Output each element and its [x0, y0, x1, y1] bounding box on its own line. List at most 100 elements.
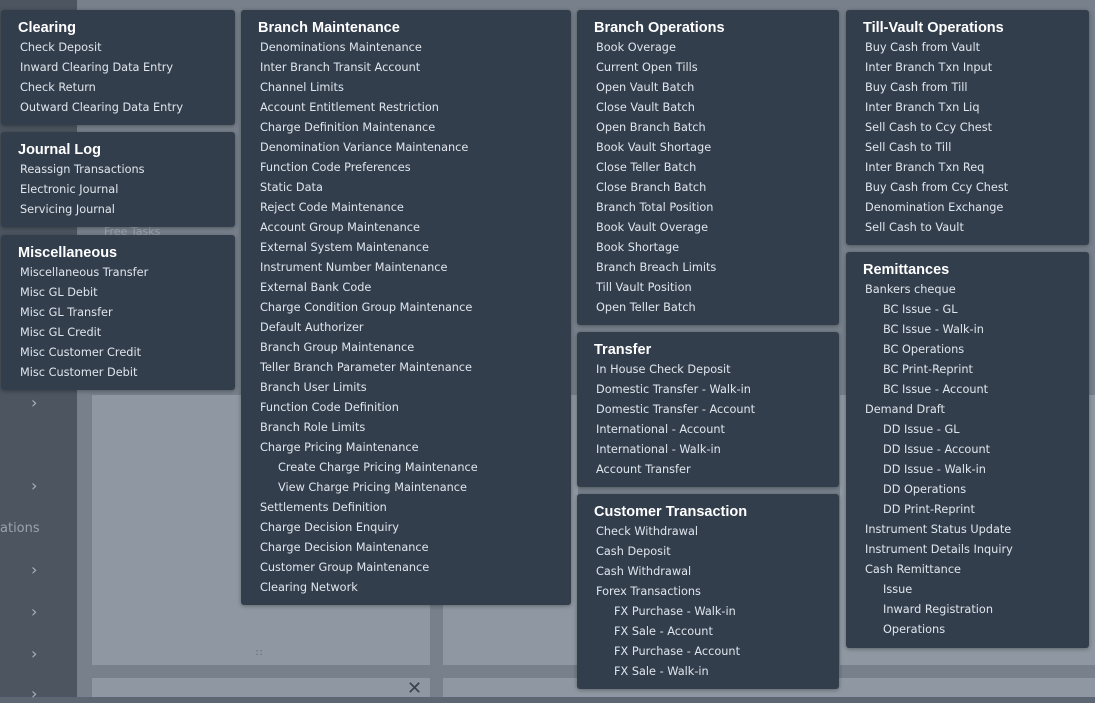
- submenu-item[interactable]: Create Charge Pricing Maintenance: [241, 458, 571, 478]
- menu-item[interactable]: Buy Cash from Till: [846, 78, 1089, 98]
- menu-item[interactable]: Channel Limits: [241, 78, 571, 98]
- chevron-right-icon[interactable]: ›: [31, 646, 37, 662]
- menu-item[interactable]: Branch Group Maintenance: [241, 338, 571, 358]
- menu-item-reassign-transactions[interactable]: Reassign Transactions: [1, 160, 235, 180]
- submenu-item[interactable]: BC Issue - Walk-in: [846, 320, 1089, 340]
- menu-item[interactable]: Inter Branch Txn Liq: [846, 98, 1089, 118]
- menu-item[interactable]: Book Vault Shortage: [577, 138, 839, 158]
- menu-item-inward-clearing[interactable]: Inward Clearing Data Entry: [1, 58, 235, 78]
- chevron-right-icon[interactable]: ›: [31, 562, 37, 578]
- menu-item[interactable]: Denominations Maintenance: [241, 38, 571, 58]
- menu-item[interactable]: Branch Role Limits: [241, 418, 571, 438]
- menu-item[interactable]: Function Code Preferences: [241, 158, 571, 178]
- menu-item-check-return[interactable]: Check Return: [1, 78, 235, 98]
- menu-item[interactable]: Forex Transactions: [577, 582, 839, 602]
- menu-item[interactable]: Open Branch Batch: [577, 118, 839, 138]
- submenu-item[interactable]: DD Issue - Account: [846, 440, 1089, 460]
- menu-item-instrument-details-inquiry[interactable]: Instrument Details Inquiry: [846, 540, 1089, 560]
- menu-item[interactable]: Charge Decision Enquiry: [241, 518, 571, 538]
- chevron-right-icon[interactable]: ›: [31, 395, 37, 411]
- submenu-item[interactable]: Operations: [846, 620, 1089, 640]
- submenu-item[interactable]: FX Purchase - Account: [577, 642, 839, 662]
- menu-item-misc-gl-debit[interactable]: Misc GL Debit: [1, 283, 235, 303]
- menu-item[interactable]: Sell Cash to Ccy Chest: [846, 118, 1089, 138]
- menu-item[interactable]: Inter Branch Txn Input: [846, 58, 1089, 78]
- menu-item[interactable]: Settlements Definition: [241, 498, 571, 518]
- menu-item[interactable]: Customer Group Maintenance: [241, 558, 571, 578]
- menu-item[interactable]: Teller Branch Parameter Maintenance: [241, 358, 571, 378]
- menu-item[interactable]: Branch User Limits: [241, 378, 571, 398]
- submenu-item[interactable]: FX Purchase - Walk-in: [577, 602, 839, 622]
- menu-item[interactable]: Charge Condition Group Maintenance: [241, 298, 571, 318]
- menu-item[interactable]: Cash Withdrawal: [577, 562, 839, 582]
- menu-item[interactable]: International - Account: [577, 420, 839, 440]
- menu-item[interactable]: Check Withdrawal: [577, 522, 839, 542]
- menu-item[interactable]: Default Authorizer: [241, 318, 571, 338]
- menu-item-electronic-journal[interactable]: Electronic Journal: [1, 180, 235, 200]
- menu-item[interactable]: Function Code Definition: [241, 398, 571, 418]
- menu-item[interactable]: Charge Definition Maintenance: [241, 118, 571, 138]
- submenu-item[interactable]: DD Operations: [846, 480, 1089, 500]
- menu-item[interactable]: Sell Cash to Till: [846, 138, 1089, 158]
- menu-item[interactable]: Sell Cash to Vault: [846, 218, 1089, 238]
- submenu-item[interactable]: FX Sale - Walk-in: [577, 662, 839, 682]
- submenu-item[interactable]: BC Issue - GL: [846, 300, 1089, 320]
- submenu-item[interactable]: FX Sale - Account: [577, 622, 839, 642]
- drag-handle-icon[interactable]: ∷: [256, 648, 263, 659]
- menu-item[interactable]: Inter Branch Txn Req: [846, 158, 1089, 178]
- menu-item[interactable]: Charge Pricing Maintenance: [241, 438, 571, 458]
- menu-item[interactable]: Inter Branch Transit Account: [241, 58, 571, 78]
- menu-item[interactable]: In House Check Deposit: [577, 360, 839, 380]
- chevron-right-icon[interactable]: ›: [31, 604, 37, 620]
- menu-item[interactable]: Close Vault Batch: [577, 98, 839, 118]
- chevron-right-icon[interactable]: ›: [31, 478, 37, 494]
- menu-group-bankers-cheque[interactable]: Bankers cheque: [846, 280, 1089, 300]
- menu-item-misc-gl-credit[interactable]: Misc GL Credit: [1, 323, 235, 343]
- menu-item[interactable]: Current Open Tills: [577, 58, 839, 78]
- menu-item[interactable]: Branch Total Position: [577, 198, 839, 218]
- menu-item-misc-customer-credit[interactable]: Misc Customer Credit: [1, 343, 235, 363]
- menu-item[interactable]: Cash Deposit: [577, 542, 839, 562]
- chevron-right-icon[interactable]: ›: [31, 686, 37, 702]
- submenu-item[interactable]: Issue: [846, 580, 1089, 600]
- menu-item[interactable]: Account Group Maintenance: [241, 218, 571, 238]
- submenu-item[interactable]: BC Operations: [846, 340, 1089, 360]
- menu-item[interactable]: Open Teller Batch: [577, 298, 839, 318]
- menu-item[interactable]: Charge Decision Maintenance: [241, 538, 571, 558]
- menu-item-outward-clearing[interactable]: Outward Clearing Data Entry: [1, 98, 235, 118]
- menu-item[interactable]: External System Maintenance: [241, 238, 571, 258]
- menu-group-demand-draft[interactable]: Demand Draft: [846, 400, 1089, 420]
- menu-item[interactable]: Branch Breach Limits: [577, 258, 839, 278]
- menu-item-misc-customer-debit[interactable]: Misc Customer Debit: [1, 363, 235, 383]
- menu-item[interactable]: Denomination Exchange: [846, 198, 1089, 218]
- menu-item[interactable]: Denomination Variance Maintenance: [241, 138, 571, 158]
- menu-item[interactable]: External Bank Code: [241, 278, 571, 298]
- menu-item[interactable]: Domestic Transfer - Account: [577, 400, 839, 420]
- menu-item[interactable]: Buy Cash from Ccy Chest: [846, 178, 1089, 198]
- menu-item[interactable]: Reject Code Maintenance: [241, 198, 571, 218]
- submenu-item[interactable]: View Charge Pricing Maintenance: [241, 478, 571, 498]
- menu-item[interactable]: Book Vault Overage: [577, 218, 839, 238]
- menu-item[interactable]: Buy Cash from Vault: [846, 38, 1089, 58]
- menu-item-misc-gl-transfer[interactable]: Misc GL Transfer: [1, 303, 235, 323]
- menu-item[interactable]: Static Data: [241, 178, 571, 198]
- submenu-item[interactable]: DD Issue - GL: [846, 420, 1089, 440]
- menu-item[interactable]: Book Overage: [577, 38, 839, 58]
- close-icon[interactable]: ✕: [407, 680, 422, 698]
- menu-item[interactable]: Till Vault Position: [577, 278, 839, 298]
- menu-item[interactable]: Account Entitlement Restriction: [241, 98, 571, 118]
- submenu-item[interactable]: DD Issue - Walk-in: [846, 460, 1089, 480]
- menu-item[interactable]: Domestic Transfer - Walk-in: [577, 380, 839, 400]
- menu-item[interactable]: International - Walk-in: [577, 440, 839, 460]
- menu-item-miscellaneous-transfer[interactable]: Miscellaneous Transfer: [1, 263, 235, 283]
- menu-item-instrument-status-update[interactable]: Instrument Status Update: [846, 520, 1089, 540]
- submenu-item[interactable]: DD Print-Reprint: [846, 500, 1089, 520]
- menu-item[interactable]: Close Branch Batch: [577, 178, 839, 198]
- submenu-item[interactable]: BC Print-Reprint: [846, 360, 1089, 380]
- menu-item[interactable]: Close Teller Batch: [577, 158, 839, 178]
- submenu-item[interactable]: Inward Registration: [846, 600, 1089, 620]
- menu-item-check-deposit[interactable]: Check Deposit: [1, 38, 235, 58]
- submenu-item[interactable]: BC Issue - Account: [846, 380, 1089, 400]
- menu-item[interactable]: Open Vault Batch: [577, 78, 839, 98]
- menu-item[interactable]: Account Transfer: [577, 460, 839, 480]
